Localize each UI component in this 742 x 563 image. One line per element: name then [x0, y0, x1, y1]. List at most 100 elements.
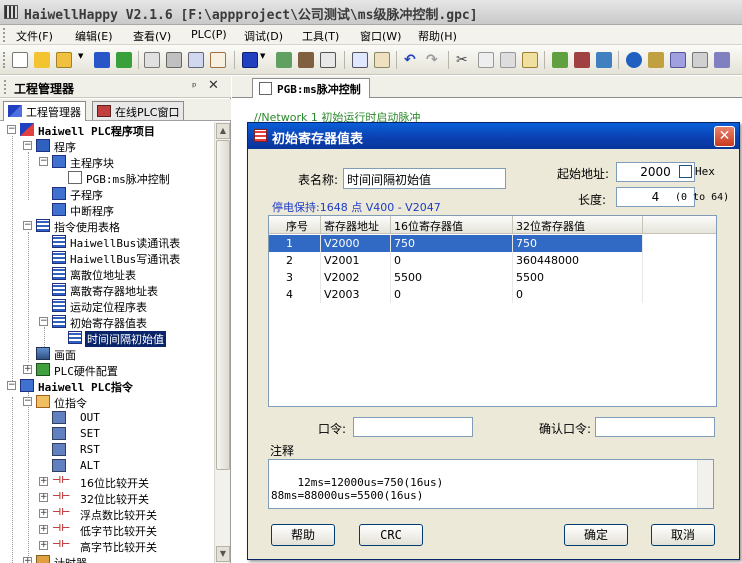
table-row[interactable]: 2 V2001 0 360448000	[269, 252, 643, 269]
dropdown-arrow-icon[interactable]: ▼	[260, 52, 266, 68]
table-name-input[interactable]: 时间间隔初始值	[343, 168, 506, 189]
table-edit-icon[interactable]	[374, 52, 390, 68]
tree-scrollbar[interactable]: ▲ ▼	[214, 122, 230, 563]
search-replace-icon[interactable]	[648, 52, 664, 68]
help-button[interactable]: 帮助	[271, 524, 335, 546]
tree-item-cmp-low[interactable]: + ⊣⊢ 低字节比较开关	[0, 522, 214, 538]
scroll-thumb[interactable]	[216, 140, 230, 470]
tree-item-root[interactable]: − Haiwell PLC程序项目	[0, 122, 214, 138]
redo-icon[interactable]: ↷	[426, 52, 442, 68]
menu-file[interactable]: 文件(F)	[16, 28, 53, 44]
ok-button[interactable]: 确定	[564, 524, 628, 546]
tree-item-tables[interactable]: − 指令使用表格	[0, 218, 214, 234]
tab-online-plc[interactable]: 在线PLC窗口	[92, 101, 185, 120]
edit-doc-icon[interactable]	[210, 52, 226, 68]
table-row[interactable]: 4 V2003 0 0	[269, 286, 643, 303]
expand-icon[interactable]: +	[39, 493, 48, 502]
tree-item-discrete-reg[interactable]: 离散寄存器地址表	[0, 282, 214, 298]
network-insert-icon[interactable]	[552, 52, 568, 68]
print-icon[interactable]	[166, 52, 182, 68]
print-preview-icon[interactable]	[144, 52, 160, 68]
hex-checkbox[interactable]	[679, 165, 692, 178]
tree-item-cmpf[interactable]: + ⊣⊢ 浮点数比较开关	[0, 506, 214, 522]
expand-icon[interactable]: +	[23, 557, 32, 563]
copy-icon[interactable]	[478, 52, 494, 68]
cross-reference-icon[interactable]	[670, 52, 686, 68]
settings-icon[interactable]	[692, 52, 708, 68]
menu-window[interactable]: 窗口(W)	[360, 28, 401, 44]
tree-item-screen[interactable]: 画面	[0, 346, 214, 362]
menu-plc[interactable]: PLC(P)	[191, 28, 227, 41]
tree-item-cmp32[interactable]: + ⊣⊢ 32位比较开关	[0, 490, 214, 506]
notes-textarea[interactable]: 12ms=12000us=750(16us) 88ms=88000us=5500…	[268, 459, 714, 509]
tree-item-bus-write[interactable]: HaiwellBus写通讯表	[0, 250, 214, 266]
expand-icon[interactable]: +	[39, 541, 48, 550]
collapse-icon[interactable]: −	[23, 221, 32, 230]
tree-item-timer[interactable]: + 计时器	[0, 554, 214, 563]
tree-item-program[interactable]: − 程序	[0, 138, 214, 154]
scroll-up-icon[interactable]: ▲	[216, 123, 230, 139]
pin-icon[interactable]: ᵖ	[192, 80, 197, 93]
tree-item-set[interactable]: SET	[0, 426, 214, 442]
tree-item-cmp16[interactable]: + ⊣⊢ 16位比较开关	[0, 474, 214, 490]
menu-tools[interactable]: 工具(T)	[302, 28, 339, 44]
tree-item-init-reg[interactable]: − 初始寄存器值表	[0, 314, 214, 330]
table-row[interactable]: 1 V2000 750 750	[269, 235, 643, 252]
tree-item-cmp-high[interactable]: + ⊣⊢ 高字节比较开关	[0, 538, 214, 554]
upload-icon[interactable]	[276, 52, 292, 68]
table-header-16bit[interactable]: 16位寄存器值	[391, 216, 513, 234]
download-icon[interactable]	[298, 52, 314, 68]
menu-help[interactable]: 帮助(H)	[418, 28, 457, 44]
expand-icon[interactable]: +	[23, 365, 32, 374]
table-header-32bit[interactable]: 32位寄存器值	[513, 216, 643, 234]
tree-item-discrete-bit[interactable]: 离散位地址表	[0, 266, 214, 282]
expand-icon[interactable]: +	[39, 477, 48, 486]
new-file-icon[interactable]	[12, 52, 28, 68]
collapse-icon[interactable]: −	[23, 141, 32, 150]
expand-icon[interactable]: +	[39, 509, 48, 518]
tree-item-main-block[interactable]: − 主程序块	[0, 154, 214, 170]
menu-debug[interactable]: 调试(D)	[244, 28, 283, 44]
compile-icon[interactable]	[242, 52, 258, 68]
table-row[interactable]: 3 V2002 5500 5500	[269, 269, 643, 286]
dropdown-arrow-icon[interactable]: ▼	[78, 52, 84, 68]
tree-item-motion[interactable]: 运动定位程序表	[0, 298, 214, 314]
undo-icon[interactable]: ↶	[404, 52, 420, 68]
tree-item-alt[interactable]: ALT	[0, 458, 214, 474]
tree-item-interrupt[interactable]: 中断程序	[0, 202, 214, 218]
table-header-index[interactable]: 序号	[283, 216, 321, 234]
cancel-button[interactable]: 取消	[651, 524, 715, 546]
expand-icon[interactable]: +	[39, 525, 48, 534]
tree-item-time-init[interactable]: 时间间隔初始值	[0, 330, 214, 347]
collapse-icon[interactable]: −	[23, 397, 32, 406]
export-icon[interactable]	[116, 52, 132, 68]
tree-item-out[interactable]: OUT	[0, 410, 214, 426]
info-icon[interactable]	[626, 52, 642, 68]
tree-item-instructions[interactable]: − Haiwell PLC指令	[0, 378, 214, 394]
copy-alt-icon[interactable]	[500, 52, 516, 68]
tab-project-manager[interactable]: 工程管理器	[3, 101, 86, 121]
tab-pgb-program[interactable]: PGB:ms脉冲控制	[252, 78, 370, 98]
monitor-icon[interactable]	[320, 52, 336, 68]
menu-view[interactable]: 查看(V)	[133, 28, 171, 44]
save-icon[interactable]	[94, 52, 110, 68]
network-delete-icon[interactable]	[574, 52, 590, 68]
tree-item-hw-config[interactable]: + PLC硬件配置	[0, 362, 214, 378]
collapse-icon[interactable]: −	[39, 157, 48, 166]
menu-edit[interactable]: 编辑(E)	[75, 28, 113, 44]
collapse-icon[interactable]: −	[7, 125, 16, 134]
notes-scrollbar[interactable]	[697, 460, 713, 508]
page-setup-icon[interactable]	[188, 52, 204, 68]
tree-item-rst[interactable]: RST	[0, 442, 214, 458]
tree-item-subroutine[interactable]: 子程序	[0, 186, 214, 202]
note-icon[interactable]	[352, 52, 368, 68]
close-icon[interactable]: ✕	[208, 78, 219, 93]
dialog-title-bar[interactable]: 初始寄存器值表 ✕	[248, 123, 739, 149]
tree-item-pgb[interactable]: PGB:ms脉冲控制	[0, 170, 214, 186]
more-tools-icon[interactable]	[714, 52, 730, 68]
cut-icon[interactable]: ✂	[456, 52, 472, 68]
dialog-close-button[interactable]: ✕	[714, 126, 735, 147]
tree-item-bus-read[interactable]: HaiwellBus读通讯表	[0, 234, 214, 250]
crc-button[interactable]: CRC	[359, 524, 423, 546]
ladder-view-icon[interactable]	[596, 52, 612, 68]
